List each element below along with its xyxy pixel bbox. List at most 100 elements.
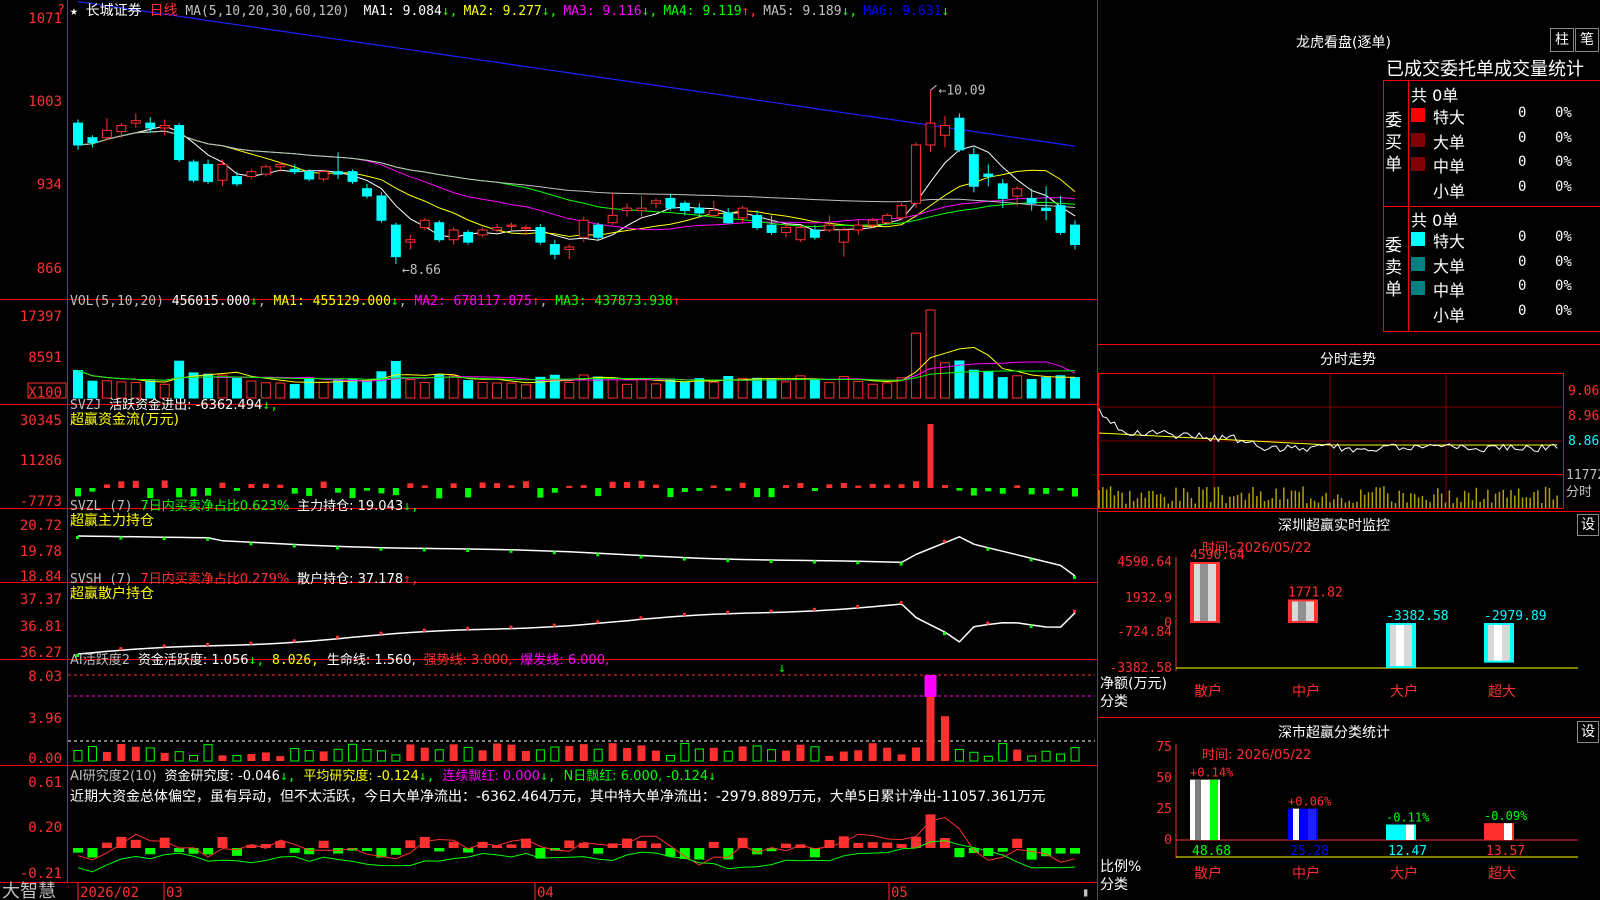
bar-highlight [1396, 625, 1404, 666]
flow-bar [421, 485, 428, 488]
research-bar [434, 848, 445, 852]
stock-name[interactable]: 长城证券 [86, 3, 142, 19]
ai2-n: N日飘红: 6.000, -0.124 [563, 769, 709, 784]
volume-bar [867, 383, 878, 399]
volume-bar [737, 378, 748, 399]
candle-body [578, 219, 589, 238]
line-dot [986, 621, 990, 625]
research-bar [809, 848, 820, 858]
volume-bar [217, 374, 228, 399]
question-icon[interactable]: ? [57, 3, 65, 18]
activity-bar [767, 749, 777, 762]
order-row: 中单 0 0% [1411, 153, 1600, 176]
svsh-ratio: 7日内买卖净占比0.279% [140, 572, 290, 587]
ai2-label: 资金研究度: -0.046 [164, 769, 280, 784]
activity-bar [218, 755, 227, 761]
ai2-lianxu: 连续飘红: 0.000 [442, 769, 541, 784]
order-row: 小单 0 0% [1411, 178, 1600, 201]
y-tick: 8591 [28, 350, 62, 366]
order-percent: 0% [1555, 253, 1572, 270]
arrow-icon: ↓, [441, 4, 458, 19]
volume-bar [463, 380, 474, 399]
arrow-icon: ↑, [403, 572, 419, 587]
candle-body [116, 125, 127, 133]
volume-bar [781, 381, 791, 399]
line-dot [1073, 609, 1076, 613]
activity-bar [579, 744, 588, 761]
order-row: 大单 0 0% [1411, 253, 1600, 276]
bar-segment [1210, 779, 1218, 840]
flow-bar [811, 488, 818, 492]
flow-bar [566, 485, 573, 488]
flow-bar [522, 481, 529, 488]
svzj-y-ticks: 30345 11286 -7773 [20, 413, 62, 510]
line-dot [1029, 558, 1033, 562]
lock-icon: ▮ [1082, 885, 1089, 899]
buy-side-label: 委买单 [1385, 111, 1402, 175]
date-label: 03 [166, 885, 183, 900]
line-dot [379, 547, 383, 551]
activity-bar [261, 752, 270, 761]
color-swatch [1411, 157, 1425, 171]
y-tick: -724.84 [1117, 625, 1172, 640]
candle-body [87, 137, 98, 144]
research-bar [506, 844, 517, 848]
research-bar [101, 842, 112, 848]
volume-bar [506, 382, 517, 399]
volume-bar [1070, 377, 1080, 399]
volume-bar [708, 381, 719, 399]
activity-bar [969, 751, 979, 762]
activity-bar [1041, 750, 1051, 762]
candle-body [448, 229, 459, 241]
line-dot [379, 631, 383, 635]
line-dot [336, 546, 340, 550]
research-bar [867, 842, 878, 848]
line-dot [856, 561, 860, 565]
date-label: 05 [891, 885, 908, 900]
activity-bar [333, 748, 343, 762]
activity-bar [550, 746, 560, 762]
activity-bar [983, 755, 993, 762]
candle-body [564, 246, 575, 250]
y-tick: 3.96 [28, 711, 62, 727]
bar-highlight [1494, 625, 1502, 661]
line-dot [552, 551, 556, 555]
order-percent: 0% [1555, 105, 1572, 121]
svzj-chart [75, 424, 1078, 499]
y-tick: 8.03 [28, 669, 62, 685]
flow-bar [465, 488, 472, 498]
candle-body [101, 129, 112, 139]
order-type: 大单 [1433, 256, 1466, 276]
chart-area[interactable]: ←10.09 ←8.66 ↓ 1071 1003 934 866 17397 85… [0, 0, 1100, 900]
activity-bar [87, 746, 97, 762]
flow-bar [306, 488, 313, 496]
arrow-icon: ↑ [531, 294, 540, 309]
ai1-header: AI活跃度2 资金活跃度: 1.056↓, 8.026, 生命线: 1.560,… [70, 649, 609, 668]
svzj-label: 活跃资金进出: -6362.494 [109, 398, 263, 413]
arrow-icon: ↓, [540, 769, 556, 784]
ma-legend-item: MA4: 9.119 [663, 4, 742, 19]
period-label[interactable]: 日线 [149, 3, 177, 19]
line-dot [769, 560, 773, 564]
y-tick: 36.81 [20, 619, 62, 635]
ratio-bar [1190, 779, 1220, 840]
category-label: 超大 [1488, 684, 1516, 700]
svzj-header: SVZJ 活跃资金进出: -6362.494↓, 超赢资金流(万元) [70, 398, 278, 428]
volume-bar [752, 377, 763, 399]
candle-body [405, 239, 416, 243]
line-dot [726, 610, 730, 614]
favorite-star-icon[interactable]: ★ [70, 4, 78, 19]
research-bar [1026, 848, 1037, 860]
candle-body [289, 168, 300, 173]
candle-body [260, 166, 271, 175]
research-bar [1055, 848, 1066, 854]
burst-marker [924, 675, 937, 697]
line-dot [942, 632, 946, 636]
activity-bar [752, 745, 762, 762]
intraday-chart[interactable]: 9.06 8.96 8.86 11772 分时 [1098, 345, 1600, 511]
activity-bar [868, 743, 877, 761]
y-tick: -0.21 [20, 866, 62, 882]
research-bar [87, 848, 98, 858]
candle-body [275, 163, 286, 168]
svzl-header: SVZL (7) 7日内买卖净占比0.623% 主力持仓: 19.043↓, 超… [70, 499, 419, 529]
